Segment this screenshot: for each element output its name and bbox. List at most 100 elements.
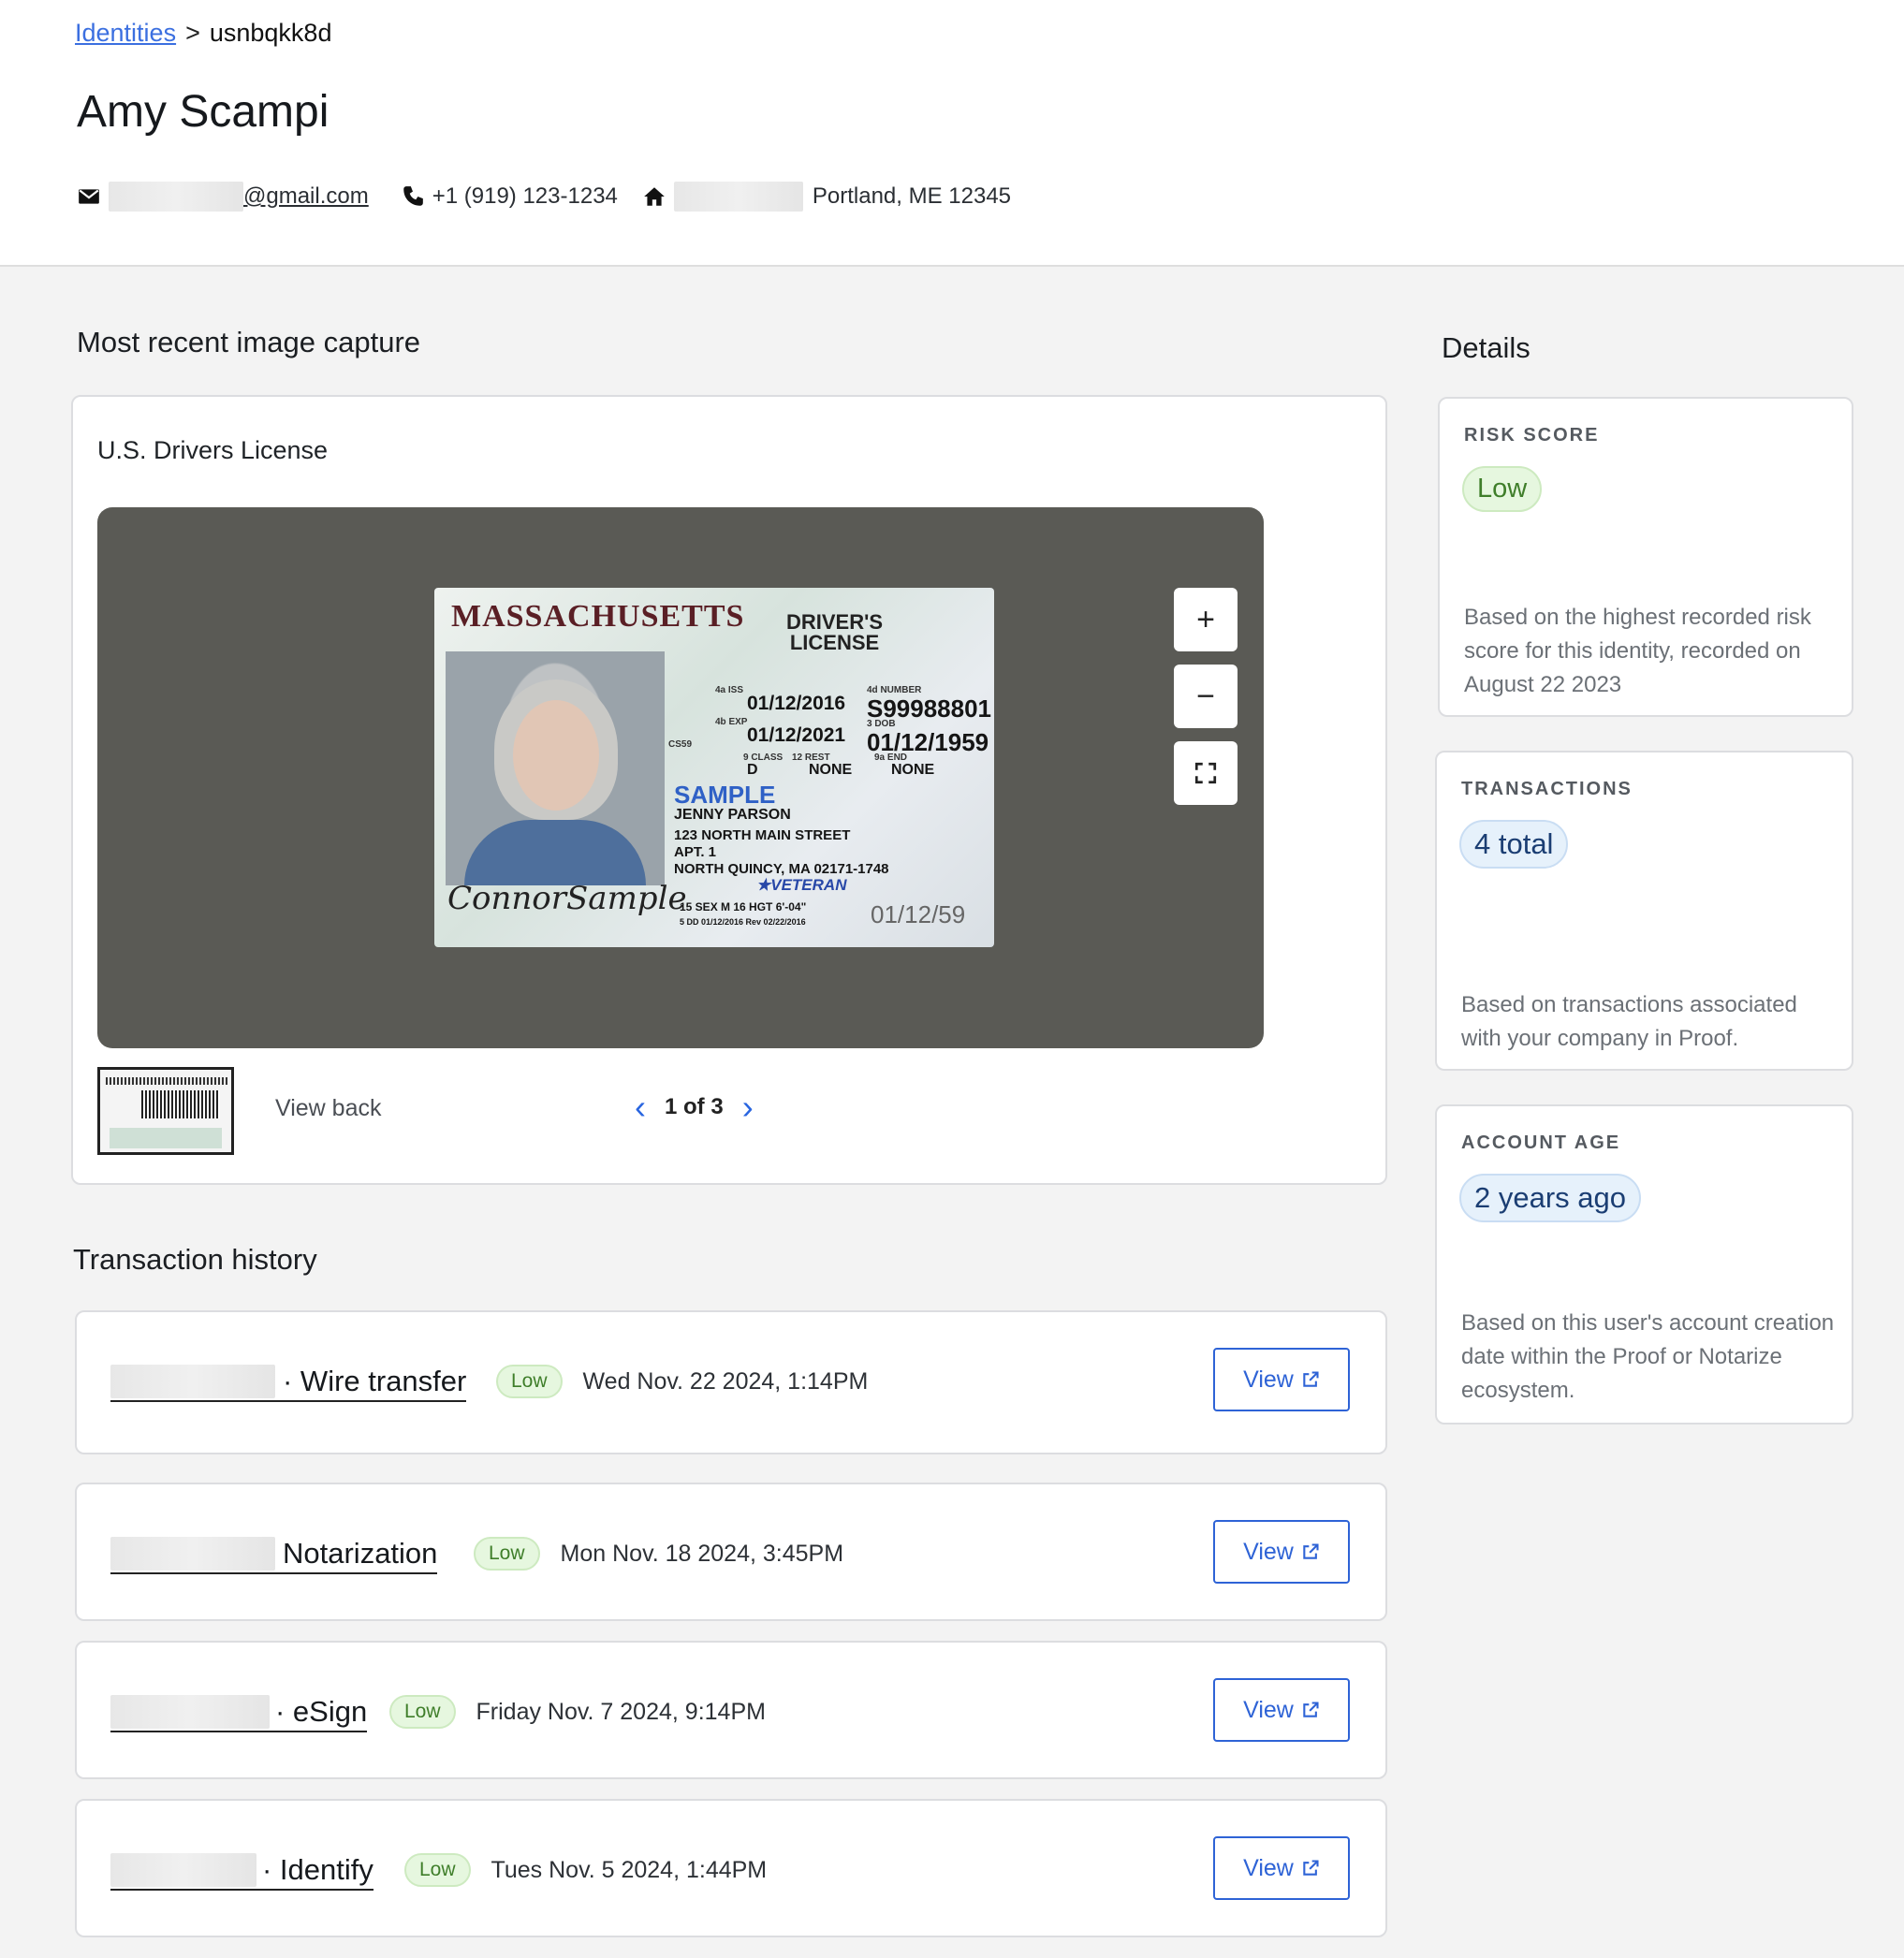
iss-date: 01/12/2016: [747, 693, 846, 714]
account-age-description: Based on this user's account creation da…: [1461, 1310, 1835, 1403]
transaction-type: · eSign: [275, 1695, 368, 1728]
transaction-meta: Low Wed Nov. 22 2024, 1:14PM: [496, 1365, 868, 1398]
redacted-transaction-name: [110, 1537, 275, 1571]
thumbnail-barcode-strip: [106, 1077, 227, 1085]
license-cs: CS59: [668, 739, 693, 750]
contact-info: @gmail.com +1 (919) 123-1234 Portland, M…: [77, 178, 1011, 215]
identity-header: Identities > usnbqkk8d Amy Scampi @gmail…: [0, 0, 1904, 267]
view-transaction-button[interactable]: View: [1213, 1678, 1350, 1742]
view-transaction-button[interactable]: View: [1213, 1836, 1350, 1900]
holder-city: NORTH QUINCY, MA 02171-1748: [674, 861, 889, 877]
view-label: View: [1243, 1696, 1294, 1723]
transaction-type: · Identify: [262, 1853, 373, 1886]
redacted-transaction-name: [110, 1695, 270, 1729]
license-state: MASSACHUSETTS: [451, 599, 745, 634]
account-age-label: ACCOUNT AGE: [1461, 1132, 1621, 1153]
transaction-meta: Low Friday Nov. 7 2024, 9:14PM: [389, 1695, 766, 1729]
redacted-transaction-name: [110, 1853, 256, 1887]
transaction-date: Wed Nov. 22 2024, 1:14PM: [582, 1367, 869, 1395]
license-type-line1: DRIVER'S: [786, 610, 884, 634]
risk-score-card: RISK SCORE Low Based on the highest reco…: [1438, 397, 1853, 717]
class-value: D: [747, 762, 758, 778]
end-value: NONE: [891, 762, 935, 778]
risk-score-description: Based on the highest recorded risk score…: [1464, 605, 1811, 697]
transaction-type: · Wire transfer: [283, 1365, 467, 1397]
transactions-card: TRANSACTIONS 4 total Based on transactio…: [1435, 751, 1853, 1071]
pager-count: 1 of 3: [665, 1094, 724, 1119]
zoom-in-button[interactable]: +: [1174, 588, 1238, 651]
section-title-image-capture: Most recent image capture: [77, 326, 421, 358]
email-link[interactable]: @gmail.com: [109, 182, 369, 212]
section-title-details: Details: [1442, 331, 1531, 364]
transaction-meta: Low Tues Nov. 5 2024, 1:44PM: [404, 1853, 767, 1887]
risk-score-badge: Low: [1462, 466, 1543, 512]
transaction-link[interactable]: Notarization: [110, 1535, 438, 1574]
photo-face: [513, 700, 599, 811]
veteran-mark: ★VETERAN: [756, 876, 847, 894]
transaction-date: Tues Nov. 5 2024, 1:44PM: [491, 1856, 768, 1883]
iss-label: 4a ISS: [715, 685, 744, 695]
license-signature: ConnorSample: [447, 880, 687, 917]
zoom-out-button[interactable]: −: [1174, 665, 1238, 728]
license-photo: [446, 651, 665, 885]
breadcrumb-current: usnbqkk8d: [209, 19, 332, 47]
transactions-total-badge: 4 total: [1459, 820, 1569, 869]
transaction-date: Friday Nov. 7 2024, 9:14PM: [476, 1698, 766, 1725]
risk-badge: Low: [496, 1365, 563, 1398]
document-type-title: U.S. Drivers License: [97, 436, 329, 464]
account-age-card: ACCOUNT AGE 2 years ago Based on this us…: [1435, 1104, 1853, 1425]
dob-small: 01/12/59: [871, 900, 966, 928]
thumbnail-barcode: [141, 1090, 220, 1118]
sex-height: 15 SEX M 16 HGT 6'-04": [680, 900, 807, 913]
breadcrumb: Identities > usnbqkk8d: [75, 19, 331, 48]
license-type-line2: LICENSE: [789, 631, 880, 654]
image-pager: ‹ 1 of 3 ›: [635, 1088, 754, 1127]
image-viewer[interactable]: MASSACHUSETTS DRIVER'S LICENSE ConnorSam…: [97, 507, 1264, 1048]
view-label: View: [1243, 1538, 1294, 1565]
next-image-chevron-icon[interactable]: ›: [742, 1088, 754, 1127]
drivers-license-image: MASSACHUSETTS DRIVER'S LICENSE ConnorSam…: [434, 588, 994, 947]
transactions-description: Based on transactions associated with yo…: [1461, 992, 1797, 1051]
redacted-street: [673, 182, 803, 212]
view-transaction-button[interactable]: View: [1213, 1348, 1350, 1411]
fullscreen-icon: [1194, 762, 1217, 784]
license-back-thumbnail[interactable]: [97, 1067, 234, 1155]
view-label: View: [1243, 1366, 1294, 1393]
fullscreen-button[interactable]: [1174, 741, 1238, 805]
transaction-row: · eSign Low Friday Nov. 7 2024, 9:14PM V…: [75, 1641, 1387, 1779]
phone-icon: [403, 186, 423, 206]
external-link-icon: [1303, 1860, 1319, 1876]
risk-badge: Low: [404, 1853, 471, 1887]
page-title: Amy Scampi: [77, 87, 330, 137]
breadcrumb-link-identities[interactable]: Identities: [75, 19, 176, 48]
breadcrumb-separator: >: [185, 19, 200, 47]
redacted-transaction-name: [110, 1365, 275, 1398]
exp-label: 4b EXP: [715, 717, 748, 727]
sample-text: SAMPLE: [674, 781, 776, 809]
transactions-label: TRANSACTIONS: [1461, 779, 1633, 799]
id-document-card: U.S. Drivers License MASSACHUSETTS DRIVE…: [71, 395, 1387, 1185]
risk-badge: Low: [474, 1537, 540, 1571]
transaction-meta: Low Mon Nov. 18 2024, 3:45PM: [474, 1537, 843, 1571]
prev-image-chevron-icon[interactable]: ‹: [635, 1088, 646, 1127]
external-link-icon: [1303, 1543, 1319, 1559]
rest-value: NONE: [809, 762, 853, 778]
external-link-icon: [1303, 1371, 1319, 1387]
view-label: View: [1243, 1854, 1294, 1881]
view-back-link[interactable]: View back: [275, 1095, 382, 1122]
address-city: Portland, ME 12345: [812, 183, 1012, 209]
redacted-email-user: [109, 182, 243, 212]
holder-name: JENNY PARSON: [674, 807, 791, 823]
document-discriminator: 5 DD 01/12/2016 Rev 02/22/2016: [680, 917, 806, 927]
risk-badge: Low: [389, 1695, 456, 1729]
transaction-row: Notarization Low Mon Nov. 18 2024, 3:45P…: [75, 1483, 1387, 1621]
transaction-type: Notarization: [283, 1537, 438, 1570]
view-transaction-button[interactable]: View: [1213, 1520, 1350, 1584]
photo-shirt: [464, 820, 646, 885]
holder-apt: APT. 1: [674, 844, 717, 860]
holder-street: 123 NORTH MAIN STREET: [674, 827, 851, 843]
transaction-link[interactable]: · Identify: [110, 1851, 373, 1891]
transaction-link[interactable]: · eSign: [110, 1693, 368, 1732]
mail-icon: [79, 189, 99, 204]
transaction-link[interactable]: · Wire transfer: [110, 1363, 467, 1402]
